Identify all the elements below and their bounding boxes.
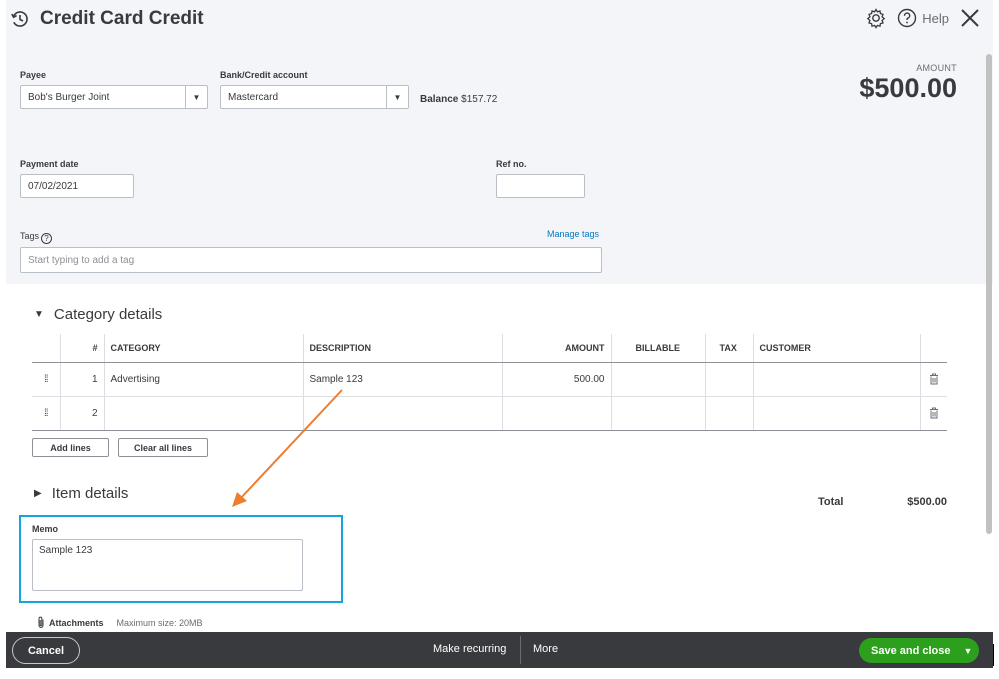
caret-down-icon[interactable]: ▼	[185, 86, 207, 108]
col-category: CATEGORY	[104, 334, 304, 363]
save-and-close-label: Save and close	[871, 644, 951, 657]
bank-account-value: Mastercard	[228, 91, 279, 103]
caret-down-icon[interactable]: ▼	[957, 646, 979, 656]
table-header-row: # CATEGORY DESCRIPTION AMOUNT BILLABLE T…	[32, 334, 947, 363]
clear-all-lines-button[interactable]: Clear all lines	[118, 438, 208, 457]
bank-account-select[interactable]: Mastercard ▼	[220, 85, 409, 109]
row-billable[interactable]	[611, 396, 706, 431]
ref-no-input[interactable]	[496, 174, 585, 198]
col-description: DESCRIPTION	[303, 334, 503, 363]
form-header-panel	[6, 0, 993, 284]
amount-value: $500.00	[859, 73, 957, 103]
help-icon[interactable]: ?	[41, 233, 53, 244]
total-value: $500.00	[907, 496, 947, 508]
row-delete[interactable]	[920, 362, 947, 397]
amount-label: AMOUNT	[916, 63, 957, 73]
drag-handle-icon[interactable]: ⁞⁞	[32, 362, 61, 397]
scrollbar[interactable]	[985, 54, 993, 632]
gear-icon[interactable]	[865, 7, 887, 29]
memo-textarea[interactable]: Sample 123	[32, 539, 303, 591]
item-details-title: Item details	[51, 485, 129, 502]
payee-select[interactable]: Bob's Burger Joint ▼	[20, 85, 208, 109]
history-icon[interactable]	[10, 9, 30, 29]
category-table: # CATEGORY DESCRIPTION AMOUNT BILLABLE T…	[32, 334, 947, 431]
row-number: 2	[60, 396, 105, 431]
col-number: #	[60, 334, 105, 363]
close-icon[interactable]	[959, 7, 981, 29]
balance-label: Balance	[420, 94, 459, 105]
trash-icon[interactable]	[929, 407, 939, 419]
col-amount: AMOUNT	[502, 334, 612, 363]
attachments-label: Attachments	[49, 617, 104, 628]
category-details-toggle[interactable]: ▼ Category details	[34, 306, 162, 323]
help-icon	[898, 8, 917, 28]
tags-label-wrap: Tags?	[20, 231, 53, 244]
paperclip-icon	[38, 616, 44, 628]
make-recurring-button[interactable]: Make recurring	[433, 643, 506, 655]
category-details-title: Category details	[53, 306, 163, 323]
table-row[interactable]: ⁞⁞ 2	[32, 396, 947, 431]
row-amount[interactable]: 500.00	[502, 362, 612, 397]
tags-placeholder: Start typing to add a tag	[28, 254, 135, 266]
memo-label: Memo	[32, 524, 59, 534]
save-and-close-button[interactable]: Save and close ▼	[859, 638, 979, 663]
table-row[interactable]: ⁞⁞ 1 Advertising Sample 123 500.00	[32, 362, 947, 397]
row-delete[interactable]	[920, 396, 947, 431]
balance-value: $157.72	[461, 94, 498, 105]
triangle-right-icon: ▶	[34, 488, 42, 499]
payment-date-value: 07/02/2021	[28, 180, 79, 192]
header-actions: Help	[865, 7, 981, 29]
attachments-max-size: Maximum size: 20MB	[116, 617, 203, 628]
row-billable[interactable]	[611, 362, 706, 397]
text-cursor	[993, 644, 994, 666]
help-button[interactable]: Help	[897, 8, 949, 28]
payment-date-input[interactable]: 07/02/2021	[20, 174, 134, 198]
row-number: 1	[60, 362, 105, 397]
footer-bar: Cancel Make recurring More Save and clos…	[6, 632, 993, 668]
row-tax[interactable]	[705, 362, 754, 397]
more-button[interactable]: More	[533, 643, 558, 655]
col-tax: TAX	[705, 334, 754, 363]
col-actions	[920, 334, 947, 363]
page-title: Credit Card Credit	[40, 8, 204, 29]
attachments-row[interactable]: Attachments Maximum size: 20MB	[36, 616, 203, 629]
footer-divider	[520, 636, 521, 664]
trash-icon[interactable]	[929, 373, 939, 385]
row-category[interactable]: Advertising	[104, 362, 304, 397]
row-description[interactable]: Sample 123	[303, 362, 503, 397]
manage-tags-link[interactable]: Manage tags	[547, 229, 599, 239]
ref-no-label: Ref no.	[496, 159, 527, 169]
row-tax[interactable]	[705, 396, 754, 431]
triangle-down-icon: ▼	[34, 309, 44, 320]
scrollbar-thumb[interactable]	[986, 54, 992, 534]
cancel-button[interactable]: Cancel	[12, 637, 80, 664]
col-billable: BILLABLE	[611, 334, 706, 363]
bank-account-label: Bank/Credit account	[220, 70, 308, 80]
payment-date-label: Payment date	[20, 159, 79, 169]
drag-handle-icon[interactable]: ⁞⁞	[32, 396, 61, 431]
row-customer[interactable]	[753, 362, 921, 397]
memo-highlight-box: Memo Sample 123	[19, 515, 343, 603]
tags-input[interactable]: Start typing to add a tag	[20, 247, 602, 273]
row-category[interactable]	[104, 396, 304, 431]
add-lines-button[interactable]: Add lines	[32, 438, 109, 457]
credit-card-credit-form: Credit Card Credit Help Payee Bob's Burg…	[6, 0, 993, 679]
total-label: Total	[818, 496, 844, 508]
help-label: Help	[922, 10, 949, 26]
tags-label: Tags	[20, 231, 40, 241]
payee-label: Payee	[20, 70, 47, 80]
row-amount[interactable]	[502, 396, 612, 431]
caret-down-icon[interactable]: ▼	[386, 86, 408, 108]
payee-value: Bob's Burger Joint	[28, 91, 110, 103]
col-drag	[32, 334, 61, 363]
row-description[interactable]	[303, 396, 503, 431]
row-customer[interactable]	[753, 396, 921, 431]
account-balance: Balance $157.72	[420, 94, 497, 105]
col-customer: CUSTOMER	[753, 334, 921, 363]
item-details-toggle[interactable]: ▶ Item details	[34, 485, 128, 502]
